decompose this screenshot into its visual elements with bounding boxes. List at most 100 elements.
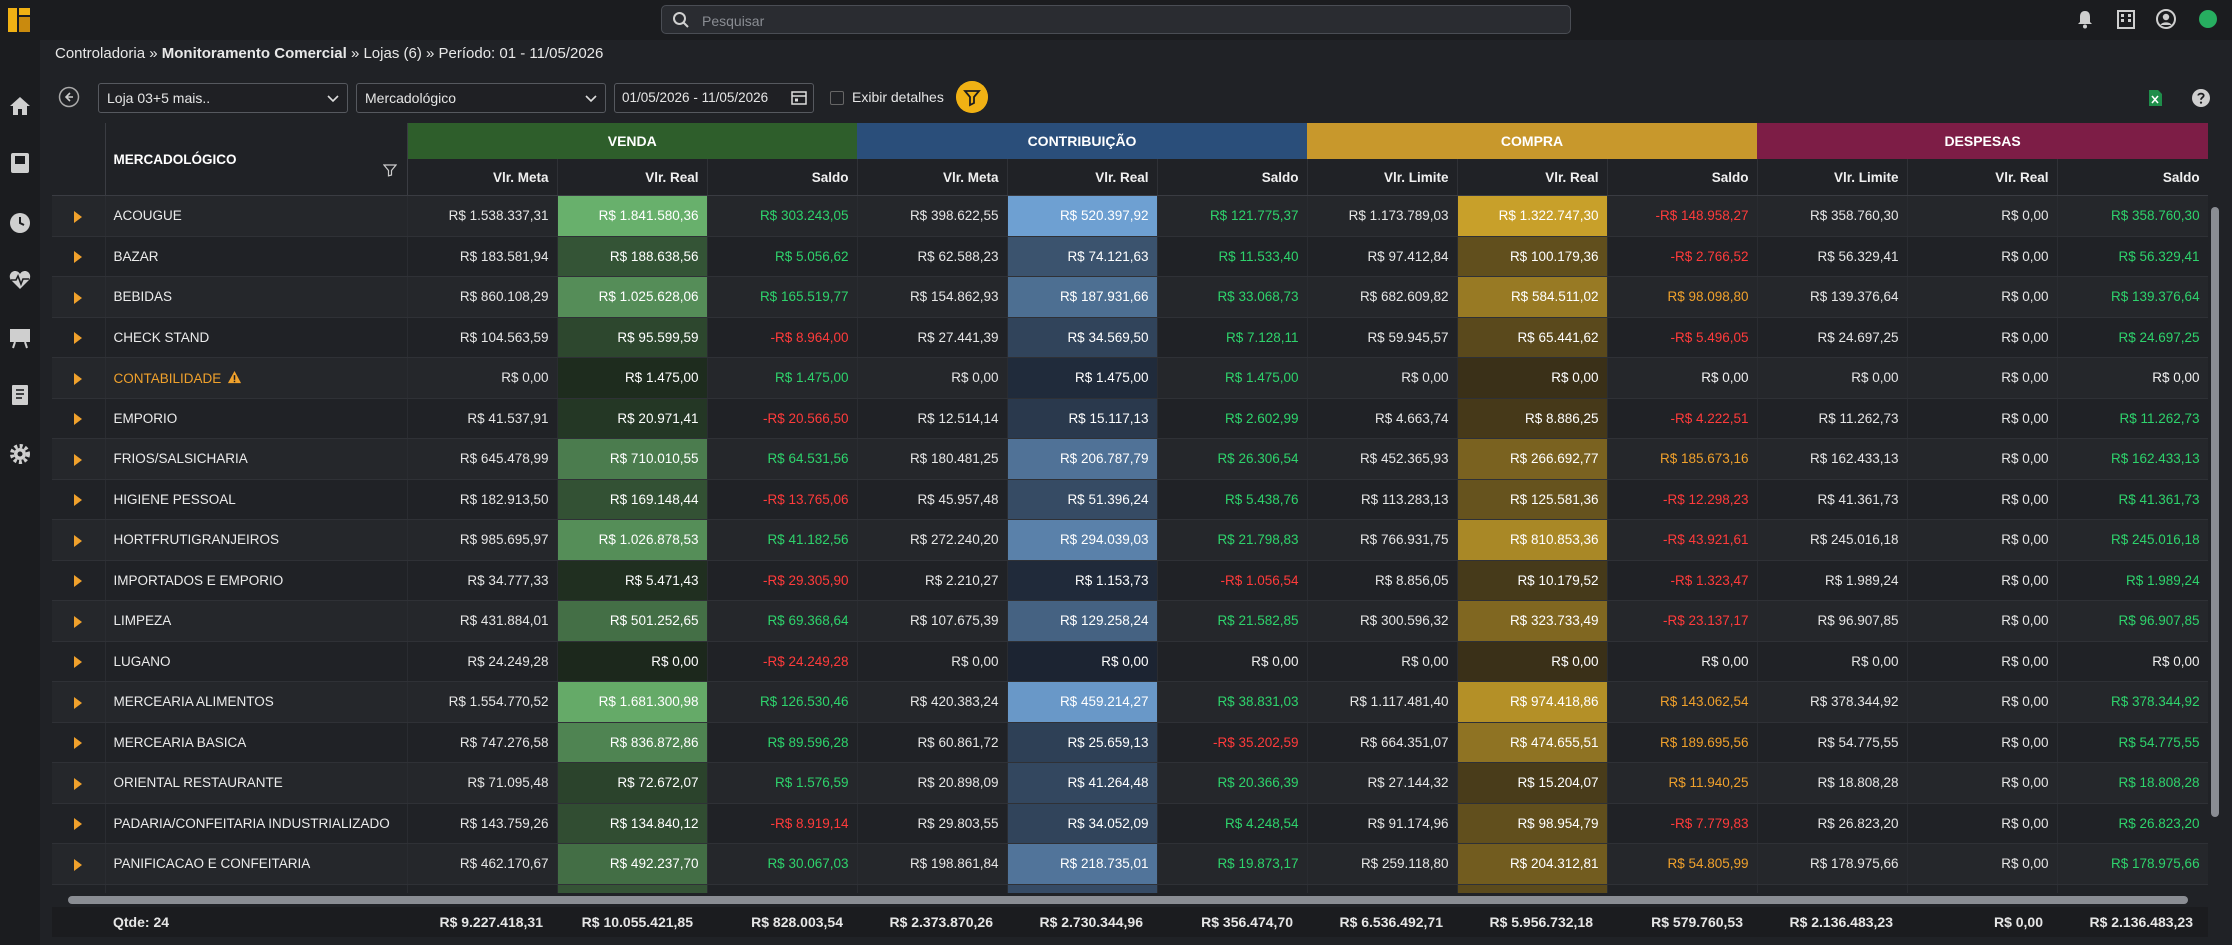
details-checkbox[interactable] xyxy=(830,91,844,105)
expand-row-button[interactable] xyxy=(52,843,106,885)
row-name[interactable]: PANIFICACAO E CONFEITARIA xyxy=(105,843,408,885)
row-name[interactable]: FRIOS/SALSICHARIA xyxy=(105,438,408,480)
row-name[interactable]: HORTFRUTIGRANJEIROS xyxy=(105,519,408,561)
gear-icon[interactable] xyxy=(7,441,33,467)
row-name[interactable]: MERCEARIA BASICA xyxy=(105,722,408,763)
row-name[interactable]: BEBIDAS xyxy=(105,276,408,318)
table-row[interactable]: BEBIDAS R$ 860.108,29 R$ 1.025.628,06 R$ 16… xyxy=(52,276,2208,318)
table-row[interactable]: FRIOS/SALSICHARIA R$ 645.478,99 R$ 710.010… xyxy=(52,438,2208,480)
expand-row-button[interactable] xyxy=(52,398,106,439)
clock-icon[interactable] xyxy=(7,210,33,236)
calendar-icon[interactable] xyxy=(790,89,808,107)
expand-row-button[interactable] xyxy=(52,357,106,399)
row-name[interactable]: ACOUGUE xyxy=(105,195,408,237)
vertical-scrollbar[interactable] xyxy=(2208,123,2222,893)
table-row[interactable]: HORTFRUTIGRANJEIROS R$ 985.695,97 R$ 1.026… xyxy=(52,519,2208,561)
row-name[interactable]: IMPORTADOS E EMPORIO xyxy=(105,560,408,601)
loja-select[interactable]: Loja 03+5 mais.. xyxy=(98,83,348,113)
search-input[interactable] xyxy=(700,10,1564,32)
filter-column-icon[interactable] xyxy=(382,163,397,177)
table-cell: R$ 0,00 xyxy=(1907,681,2058,723)
col-header[interactable]: Vlr. Limite xyxy=(1757,159,1908,196)
scrollbar-thumb[interactable] xyxy=(2211,207,2219,817)
row-name[interactable]: LIMPEZA xyxy=(105,600,408,642)
table-row[interactable]: MERCEARIA BASICA R$ 747.276,58 R$ 836.872,… xyxy=(52,722,2208,763)
col-header[interactable]: Saldo xyxy=(1157,159,1308,196)
col-header[interactable]: Saldo xyxy=(707,159,858,196)
expand-row-button[interactable] xyxy=(52,236,106,277)
scrollbar-thumb[interactable] xyxy=(68,896,2188,904)
logo-icon[interactable] xyxy=(6,6,32,34)
expand-row-button[interactable] xyxy=(52,641,106,682)
col-header[interactable]: Vlr. Real xyxy=(1007,159,1158,196)
expand-row-button[interactable] xyxy=(52,722,106,763)
table-row[interactable]: LIMPEZA R$ 431.884,01 R$ 501.252,65 R$ 69.3… xyxy=(52,600,2208,642)
table-row[interactable]: PADARIA/CONFEITARIA INDUSTRIALIZADO R$ 14… xyxy=(52,803,2208,844)
expand-row-button[interactable] xyxy=(52,803,106,844)
row-name[interactable]: PAS CONGELADOS EMBUTIDOS xyxy=(105,884,408,893)
expand-row-button[interactable] xyxy=(52,560,106,601)
row-name[interactable]: PADARIA/CONFEITARIA INDUSTRIALIZADO xyxy=(105,803,408,844)
bell-icon[interactable] xyxy=(2074,8,2096,30)
excel-icon[interactable] xyxy=(2145,88,2165,108)
table-row[interactable]: CONTABILIDADE R$ 0,00 R$ 1.475,00 R$ 1.475,… xyxy=(52,357,2208,399)
col-header[interactable]: Vlr. Real xyxy=(557,159,708,196)
row-name[interactable]: MERCEARIA ALIMENTOS xyxy=(105,681,408,723)
row-name[interactable]: BAZAR xyxy=(105,236,408,277)
expand-row-button[interactable] xyxy=(52,438,106,480)
row-name[interactable]: CHECK STAND xyxy=(105,317,408,358)
notebook-icon[interactable] xyxy=(7,382,33,408)
date-range-field[interactable]: 01/05/2026 - 11/05/2026 xyxy=(614,83,814,113)
search-box[interactable] xyxy=(661,5,1571,34)
name-header[interactable]: MERCADOLÓGICO xyxy=(105,123,408,196)
table-row[interactable]: BAZAR R$ 183.581,94 R$ 188.638,56 R$ 5.056,… xyxy=(52,236,2208,277)
back-icon[interactable] xyxy=(58,86,80,108)
col-header[interactable]: Saldo xyxy=(1607,159,1758,196)
pulse-icon[interactable] xyxy=(7,267,33,293)
table-row[interactable]: ORIENTAL RESTAURANTE R$ 71.095,48 R$ 72.67… xyxy=(52,762,2208,804)
user-icon[interactable] xyxy=(2155,8,2177,30)
breadcrumb-item-controladoria[interactable]: Controladoria xyxy=(55,45,145,62)
table-cell: R$ 0,00 xyxy=(1607,641,1758,682)
row-name[interactable]: ORIENTAL RESTAURANTE xyxy=(105,762,408,804)
help-icon[interactable] xyxy=(2191,88,2211,108)
col-header[interactable]: Vlr. Real xyxy=(1457,159,1608,196)
table-row[interactable]: PANIFICACAO E CONFEITARIA R$ 462.170,67 R$… xyxy=(52,843,2208,885)
row-name[interactable]: HIGIENE PESSOAL xyxy=(105,479,408,520)
table-row[interactable]: MERCEARIA ALIMENTOS R$ 1.554.770,52 R$ 1.6… xyxy=(52,681,2208,723)
book-icon[interactable] xyxy=(7,150,33,176)
table-cell: R$ 1.475,00 xyxy=(1157,357,1308,399)
table-row[interactable]: EMPORIO R$ 41.537,91 R$ 20.971,41 -R$ 20.56… xyxy=(52,398,2208,439)
breadcrumb-item-monitoramento[interactable]: Monitoramento Comercial xyxy=(162,45,347,62)
expand-row-button[interactable] xyxy=(52,681,106,723)
table-row[interactable]: PAS CONGELADOS EMBUTIDOSR$ 187.565,18R$ … xyxy=(52,884,2208,893)
row-name[interactable]: LUGANO xyxy=(105,641,408,682)
col-header[interactable]: Saldo xyxy=(2057,159,2208,196)
presentation-icon[interactable] xyxy=(7,325,33,351)
col-header[interactable]: Vlr. Meta xyxy=(407,159,558,196)
col-header[interactable]: Vlr. Real xyxy=(1907,159,2058,196)
expand-row-button[interactable] xyxy=(52,195,106,237)
table-row[interactable]: HIGIENE PESSOAL R$ 182.913,50 R$ 169.148,4… xyxy=(52,479,2208,520)
row-name[interactable]: CONTABILIDADE xyxy=(105,357,408,399)
table-row[interactable]: LUGANO R$ 24.249,28 R$ 0,00 -R$ 24.249,28 R$… xyxy=(52,641,2208,682)
table-cell: R$ 42.278,98 xyxy=(2057,884,2208,893)
home-icon[interactable] xyxy=(7,93,33,119)
expand-row-button[interactable] xyxy=(52,317,106,358)
expand-row-button[interactable] xyxy=(52,479,106,520)
expand-row-button[interactable] xyxy=(52,762,106,804)
building-icon[interactable] xyxy=(2115,8,2137,30)
expand-row-button[interactable] xyxy=(52,884,106,893)
table-row[interactable]: IMPORTADOS E EMPORIO R$ 34.777,33 R$ 5.471… xyxy=(52,560,2208,601)
horizontal-scrollbar[interactable] xyxy=(52,893,2208,907)
table-row[interactable]: CHECK STAND R$ 104.563,59 R$ 95.599,59 -R$ … xyxy=(52,317,2208,358)
row-name[interactable]: EMPORIO xyxy=(105,398,408,439)
expand-row-button[interactable] xyxy=(52,276,106,318)
funnel-icon[interactable] xyxy=(956,81,988,113)
expand-row-button[interactable] xyxy=(52,519,106,561)
table-row[interactable]: ACOUGUE R$ 1.538.337,31 R$ 1.841.580,36 R$ … xyxy=(52,195,2208,237)
col-header[interactable]: Vlr. Limite xyxy=(1307,159,1458,196)
expand-row-button[interactable] xyxy=(52,600,106,642)
col-header[interactable]: Vlr. Meta xyxy=(857,159,1008,196)
mercadologico-select[interactable]: Mercadológico xyxy=(356,83,606,113)
